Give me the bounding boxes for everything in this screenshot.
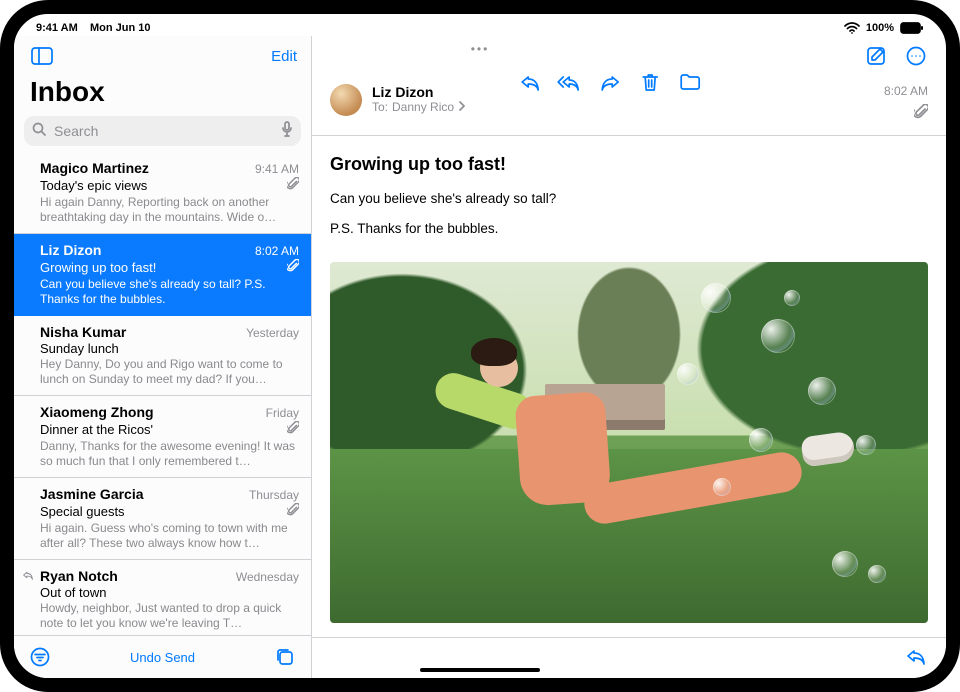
mailbox-sidebar: Edit Inbox Magico Martinez 9:41 AM Today's… <box>14 36 312 678</box>
message-footer-toolbar <box>312 637 946 678</box>
chevron-right-icon <box>458 100 466 114</box>
mail-item[interactable]: Xiaomeng Zhong Friday Dinner at the Ricos'… <box>14 396 311 478</box>
message-to-row[interactable]: To: Danny Rico <box>372 100 874 114</box>
mail-item-sender: Ryan Notch <box>40 568 118 584</box>
dictate-icon[interactable] <box>281 121 293 142</box>
mail-item-subject: Today's epic views <box>40 178 147 193</box>
mail-item-sender: Magico Martinez <box>40 160 149 176</box>
message-toolbar-center <box>516 68 704 96</box>
toggle-sidebar-button[interactable] <box>28 42 56 70</box>
mail-item-preview: Can you believe she's already so tall? P… <box>40 277 299 307</box>
mail-item-subject: Growing up too fast! <box>40 260 156 275</box>
compose-icon <box>866 46 886 66</box>
trash-icon <box>641 72 659 92</box>
search-field[interactable] <box>24 116 301 146</box>
message-list[interactable]: Magico Martinez 9:41 AM Today's epic views… <box>14 152 311 635</box>
reply-icon <box>519 73 541 91</box>
move-button[interactable] <box>676 68 704 96</box>
mail-item-time: Wednesday <box>236 570 299 584</box>
reply-icon <box>905 647 927 670</box>
mail-item-subject: Out of town <box>40 585 106 600</box>
message-pane: Liz Dizon To: Danny Rico 8:02 AM Growing… <box>312 36 946 678</box>
mail-item[interactable]: Nisha Kumar Yesterday Sunday lunchHey Dann… <box>14 316 311 396</box>
message-toolbar-right <box>862 42 930 70</box>
compose-button[interactable] <box>862 42 890 70</box>
edit-button[interactable]: Edit <box>271 48 297 65</box>
mail-item-time: Yesterday <box>246 326 299 340</box>
message-to-label: To: <box>372 100 388 114</box>
more-button[interactable] <box>902 42 930 70</box>
stack-icon <box>275 647 295 667</box>
mail-item-preview: Hey Danny, Do you and Rigo want to come … <box>40 357 299 387</box>
replied-icon <box>22 569 34 583</box>
mail-item-preview: Hi again. Guess who's coming to town wit… <box>40 521 299 551</box>
mail-item-preview: Danny, Thanks for the awesome evening! I… <box>40 439 299 469</box>
message-attachment-image[interactable] <box>330 262 928 624</box>
attachment-icon <box>287 259 299 276</box>
mail-item-subject: Special guests <box>40 504 125 519</box>
forward-button[interactable] <box>596 68 624 96</box>
undo-send-button[interactable]: Undo Send <box>54 650 271 665</box>
message-body-line: Can you believe she's already so tall? <box>330 189 928 209</box>
attachment-icon <box>914 104 928 125</box>
filter-icon <box>30 647 50 667</box>
mail-item[interactable]: Ryan Notch Wednesday Out of townHowdy, nei… <box>14 560 311 635</box>
mail-item-sender: Liz Dizon <box>40 242 101 258</box>
reply-all-button[interactable] <box>556 68 584 96</box>
mail-item-time: 9:41 AM <box>255 162 299 176</box>
mail-item-subject: Dinner at the Ricos' <box>40 422 153 437</box>
footer-reply-button[interactable] <box>902 644 930 672</box>
message-text: Can you believe she's already so tall? P… <box>330 189 928 250</box>
message-body[interactable]: Growing up too fast! Can you believe she… <box>312 136 946 637</box>
search-icon <box>32 122 46 141</box>
compose-stack-button[interactable] <box>271 643 299 671</box>
attachment-icon <box>287 421 299 438</box>
attachment-icon <box>287 503 299 520</box>
mail-item-time: 8:02 AM <box>255 244 299 258</box>
sidebar-toolbar: Edit <box>14 36 311 76</box>
mail-item-time: Thursday <box>249 488 299 502</box>
mail-item[interactable]: Liz Dizon 8:02 AM Growing up too fast! Can … <box>14 234 311 316</box>
mail-item-time: Friday <box>266 406 299 420</box>
home-indicator[interactable] <box>420 668 540 672</box>
mail-item-sender: Jasmine Garcia <box>40 486 144 502</box>
reply-button[interactable] <box>516 68 544 96</box>
mail-item-sender: Nisha Kumar <box>40 324 126 340</box>
ellipsis-circle-icon <box>906 46 926 66</box>
message-header-right: 8:02 AM <box>884 84 928 125</box>
sidebar-bottom-toolbar: Undo Send <box>14 635 311 678</box>
mail-item[interactable]: Jasmine Garcia Thursday Special guests Hi a… <box>14 478 311 560</box>
filter-button[interactable] <box>26 643 54 671</box>
message-subject: Growing up too fast! <box>330 154 928 175</box>
message-toolbar <box>312 36 946 76</box>
mail-item-subject: Sunday lunch <box>40 341 119 356</box>
mail-item-sender: Xiaomeng Zhong <box>40 404 154 420</box>
sender-avatar[interactable] <box>330 84 362 116</box>
message-to-name: Danny Rico <box>392 100 454 114</box>
message-body-line: P.S. Thanks for the bubbles. <box>330 219 928 239</box>
mail-item-preview: Hi again Danny, Reporting back on anothe… <box>40 195 299 225</box>
delete-button[interactable] <box>636 68 664 96</box>
forward-icon <box>599 73 621 91</box>
mail-item-preview: Howdy, neighbor, Just wanted to drop a q… <box>40 601 299 631</box>
attachment-icon <box>287 177 299 194</box>
message-time: 8:02 AM <box>884 84 928 98</box>
search-input[interactable] <box>52 122 275 140</box>
mailbox-title: Inbox <box>14 76 311 112</box>
reply-all-icon <box>557 73 583 91</box>
folder-icon <box>679 73 701 91</box>
mail-item[interactable]: Magico Martinez 9:41 AM Today's epic views… <box>14 152 311 234</box>
sidebar-icon <box>31 47 53 65</box>
